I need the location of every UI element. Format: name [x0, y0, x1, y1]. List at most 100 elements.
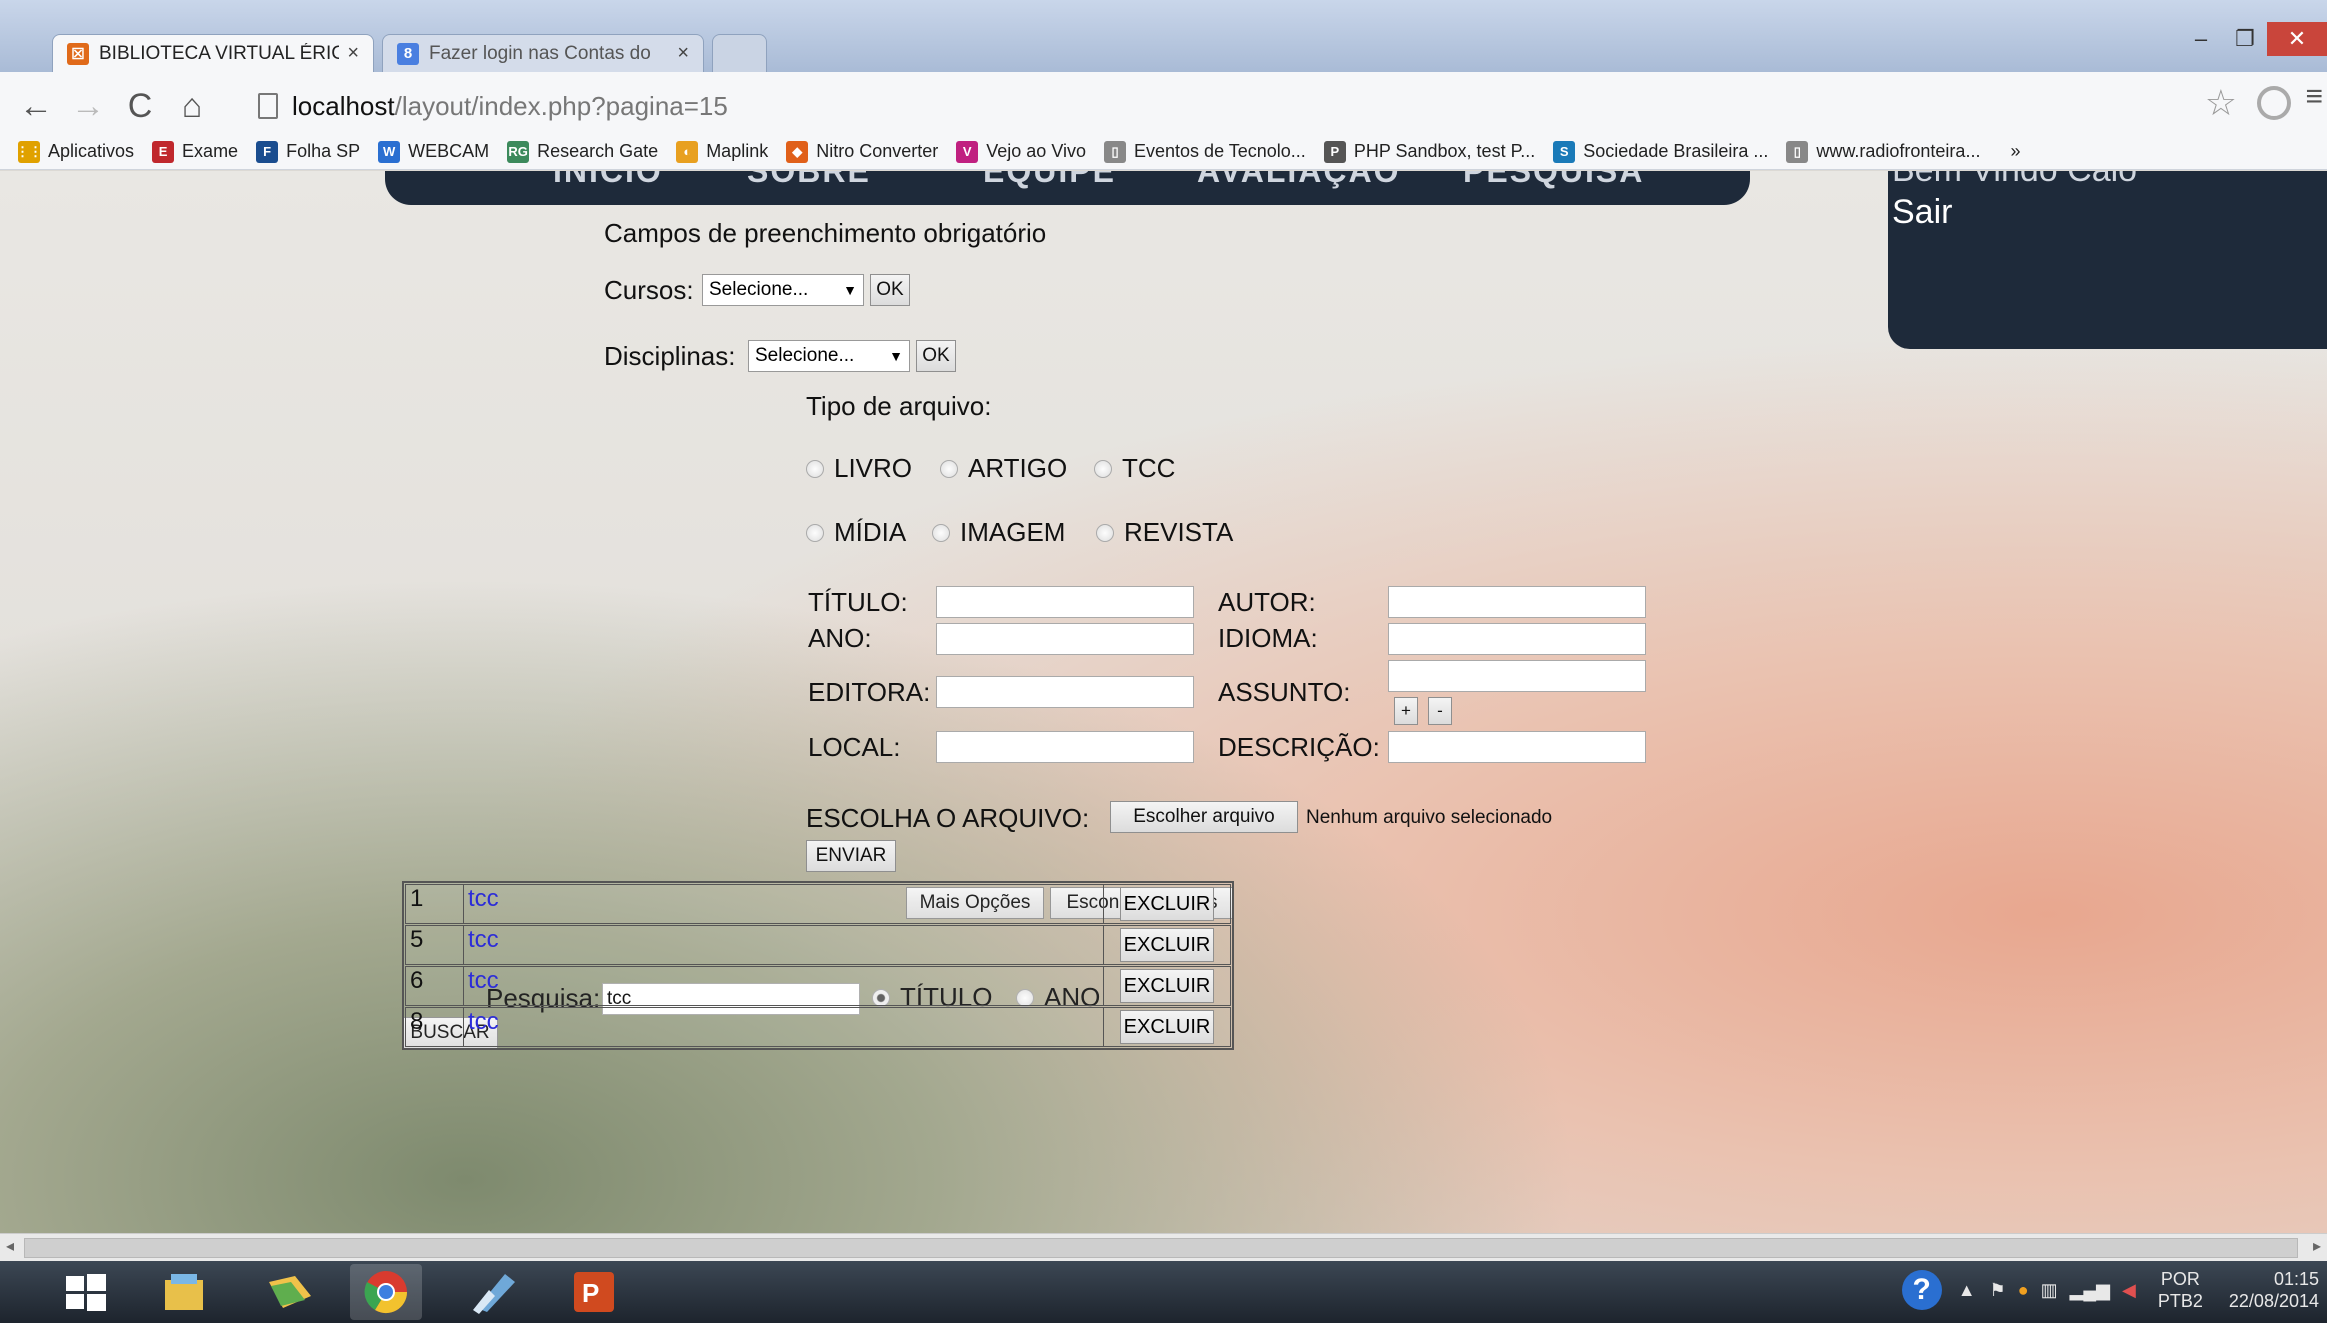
tray-app-icon[interactable]: ●	[2018, 1280, 2029, 1301]
radio-tcc[interactable]: TCC	[1094, 453, 1175, 484]
disciplinas-ok-button[interactable]: OK	[916, 340, 956, 372]
bookmark-item[interactable]: V Vejo ao Vivo	[956, 140, 1086, 163]
result-link[interactable]: tcc	[464, 885, 1104, 923]
file-explorer-icon[interactable]	[148, 1264, 220, 1320]
folder-icon[interactable]	[254, 1264, 326, 1320]
result-link[interactable]: tcc	[464, 967, 1104, 1005]
bookmark-item[interactable]: W WEBCAM	[378, 140, 490, 163]
choose-file-button[interactable]: Escolher arquivo	[1110, 801, 1298, 833]
restore-icon[interactable]: ❐	[2223, 22, 2267, 56]
enviar-button[interactable]: ENVIAR	[806, 840, 896, 872]
network-icon[interactable]: ▥	[2041, 1280, 2058, 1301]
excluir-button[interactable]: EXCLUIR	[1119, 1010, 1215, 1044]
radio-livro[interactable]: LIVRO	[806, 453, 912, 484]
bookmark-label: Folha SP	[286, 141, 361, 161]
titulo-input[interactable]	[936, 586, 1194, 618]
result-actions: EXCLUIR	[1104, 1008, 1230, 1046]
cursos-select[interactable]: Selecione... ▼	[702, 274, 864, 306]
radio-revista-label: REVISTA	[1124, 517, 1234, 547]
disciplinas-select[interactable]: Selecione... ▼	[748, 340, 910, 372]
volume-icon[interactable]: ◀	[2122, 1280, 2136, 1301]
bookmark-item[interactable]: E Exame	[152, 140, 238, 163]
chrome-icon[interactable]	[350, 1264, 422, 1320]
bookmark-item[interactable]: ⋮⋮ Aplicativos	[16, 140, 134, 163]
local-input[interactable]	[936, 731, 1194, 763]
clock[interactable]: 01:15 22/08/2014	[2229, 1268, 2319, 1312]
url-path: /layout/index.php?pagina=15	[394, 90, 728, 121]
scroll-left-icon[interactable]: ◂	[6, 1236, 14, 1256]
tab-title: Fazer login nas Contas do	[429, 42, 651, 64]
bookmarks-overflow-icon[interactable]: »	[2010, 141, 2020, 162]
nav-item-pesquisa[interactable]: PESQUISA	[1463, 171, 1644, 190]
result-id: 1	[406, 885, 464, 923]
scrollbar-thumb[interactable]	[24, 1238, 2298, 1258]
logout-link[interactable]: Sair	[1892, 193, 1952, 232]
bookmark-item[interactable]: F Folha SP	[256, 140, 361, 163]
tray-arrow-icon[interactable]: ▲	[1958, 1280, 1976, 1301]
nav-item-sobre[interactable]: SOBRE	[747, 171, 871, 190]
extension-icon[interactable]	[2257, 86, 2291, 120]
tab-biblioteca[interactable]: ☒ BIBLIOTECA VIRTUAL ÉRIC ×	[52, 34, 374, 72]
result-link[interactable]: tcc	[464, 1008, 1104, 1046]
nav-item-equipe[interactable]: EQUIPE	[983, 171, 1116, 190]
result-id: 8	[406, 1008, 464, 1046]
scroll-right-icon[interactable]: ▸	[2313, 1236, 2321, 1256]
close-window-icon[interactable]: ✕	[2267, 22, 2327, 56]
ano-input[interactable]	[936, 623, 1194, 655]
language-indicator[interactable]: POR PTB2	[2158, 1268, 2203, 1312]
bookmark-item[interactable]: S Sociedade Brasileira ...	[1553, 140, 1768, 163]
start-icon[interactable]	[50, 1264, 122, 1320]
radio-artigo[interactable]: ARTIGO	[940, 453, 1067, 484]
bookmark-label: WEBCAM	[408, 141, 490, 161]
excluir-button[interactable]: EXCLUIR	[1119, 928, 1215, 962]
forward-icon[interactable]: →	[62, 87, 114, 126]
bookmark-star-icon[interactable]: ☆	[2205, 82, 2237, 124]
google-icon: 8	[397, 42, 419, 65]
bookmark-item[interactable]: RG Research Gate	[507, 140, 658, 163]
tab-close-icon[interactable]: ×	[677, 42, 689, 65]
bookmark-item[interactable]: ◆ Nitro Converter	[786, 140, 938, 163]
back-icon[interactable]: ←	[10, 87, 62, 126]
tab-google-login[interactable]: 8 Fazer login nas Contas do ×	[382, 34, 704, 72]
excluir-button[interactable]: EXCLUIR	[1119, 887, 1215, 921]
descricao-input[interactable]	[1388, 731, 1646, 763]
signal-icon[interactable]: ▂▄▆	[2070, 1280, 2110, 1301]
flag-icon[interactable]: ⚑	[1990, 1280, 2006, 1301]
editora-input[interactable]	[936, 676, 1194, 708]
autor-input[interactable]	[1388, 586, 1646, 618]
cursos-label: Cursos:	[604, 275, 694, 305]
result-link[interactable]: tcc	[464, 926, 1104, 964]
menu-icon[interactable]: ≡	[2305, 80, 2323, 114]
horizontal-scrollbar[interactable]: ◂ ▸	[0, 1233, 2327, 1261]
radio-revista[interactable]: REVISTA	[1096, 517, 1233, 548]
remove-assunto-button[interactable]: -	[1428, 697, 1452, 725]
bookmark-item[interactable]: ▯ Eventos de Tecnolo...	[1104, 140, 1306, 163]
chevron-down-icon: ▼	[889, 348, 903, 364]
user-panel: Bem Vindo Caio Sair	[1888, 171, 2327, 349]
excluir-button[interactable]: EXCLUIR	[1119, 969, 1215, 1003]
titulo-label: TÍTULO:	[808, 587, 908, 617]
new-tab-button[interactable]	[712, 34, 767, 72]
help-icon[interactable]: ?	[1901, 1270, 1942, 1310]
bookmark-item[interactable]: ◐ Maplink	[676, 140, 768, 163]
assunto-input[interactable]	[1388, 660, 1646, 692]
notes-icon[interactable]	[458, 1264, 530, 1320]
nav-item-avaliacao[interactable]: AVALIAÇÃO	[1197, 171, 1400, 190]
cursos-ok-button[interactable]: OK	[870, 274, 910, 306]
powerpoint-icon[interactable]: P	[558, 1264, 630, 1320]
nav-item-inicio[interactable]: INÍCIO	[553, 171, 663, 190]
add-assunto-button[interactable]: +	[1394, 697, 1418, 725]
radio-midia[interactable]: MÍDIA	[806, 517, 906, 548]
site-nav: INÍCIO SOBRE EQUIPE AVALIAÇÃO PESQUISA	[385, 171, 1750, 205]
minimize-icon[interactable]: –	[2179, 22, 2223, 56]
tab-close-icon[interactable]: ×	[347, 42, 359, 65]
reload-icon[interactable]: C	[114, 87, 166, 126]
radio-imagem[interactable]: IMAGEM	[932, 517, 1065, 548]
autor-label: AUTOR:	[1218, 587, 1316, 617]
bookmark-item[interactable]: P PHP Sandbox, test P...	[1323, 140, 1535, 163]
address-bar[interactable]: localhost/layout/index.php?pagina=15	[258, 86, 728, 126]
bookmark-item[interactable]: ▯ www.radiofronteira...	[1786, 140, 1980, 163]
home-icon[interactable]: ⌂	[166, 87, 218, 126]
table-row: 8 tcc EXCLUIR	[405, 1007, 1231, 1047]
idioma-input[interactable]	[1388, 623, 1646, 655]
